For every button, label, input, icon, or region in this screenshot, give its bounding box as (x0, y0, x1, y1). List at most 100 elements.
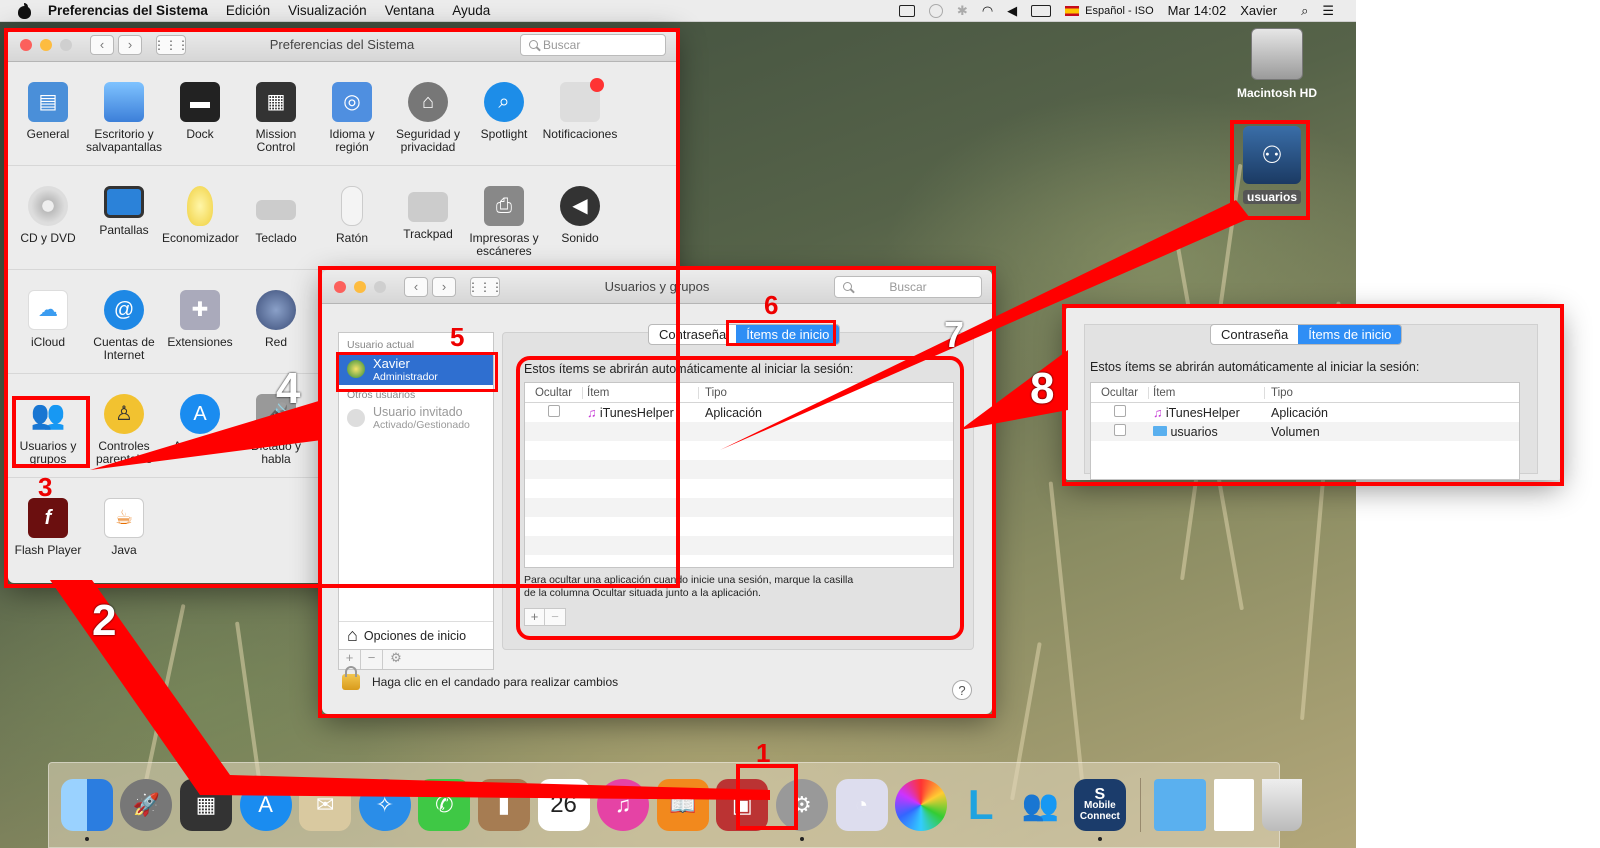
forward-button[interactable]: › (432, 276, 456, 297)
photos-icon[interactable] (895, 779, 948, 831)
help-button[interactable]: ? (952, 680, 972, 700)
pref-sonido[interactable]: ◀ Sonido (542, 186, 618, 245)
remove-user-button[interactable]: − (361, 650, 383, 669)
zoom-tab-contrasena[interactable]: Contraseña (1211, 325, 1298, 344)
menu-ventana[interactable]: Ventana (385, 3, 435, 18)
hide-checkbox[interactable] (1114, 405, 1126, 417)
table-row[interactable]: ♫ iTunesHelper Aplicación (525, 403, 953, 422)
add-item-button[interactable]: + (525, 609, 545, 625)
pref-raton[interactable]: Ratón (314, 186, 390, 245)
photo-booth-icon[interactable]: ▣ (716, 779, 769, 831)
zoom-icon[interactable] (60, 38, 72, 51)
gear-icon[interactable]: ⚙ (383, 650, 409, 669)
prefs-search-input[interactable]: Buscar (520, 34, 666, 56)
pref-controles-parentales[interactable]: ♙ Controles parentales (86, 394, 162, 466)
pref-red[interactable]: Red (238, 290, 314, 349)
keynote-icon[interactable]: ◔ (835, 779, 888, 831)
pref-mission-control[interactable]: ▦ Mission Control (238, 82, 314, 154)
back-button[interactable]: ‹ (404, 276, 428, 297)
pref-general[interactable]: ▤ General (10, 82, 86, 141)
pref-economizador[interactable]: Economizador (162, 186, 239, 245)
mobile-connect-icon[interactable]: S Mobile Connect (1073, 779, 1126, 841)
mission-control-dock-icon[interactable]: ▦ (179, 779, 232, 831)
zoom-icon[interactable] (374, 280, 386, 293)
close-icon[interactable] (334, 280, 346, 293)
contacts-icon[interactable]: ▮ (477, 779, 530, 831)
pref-escritorio[interactable]: Escritorio y salvapantallas (86, 82, 162, 154)
clock[interactable]: Mar 14:02 (1168, 3, 1227, 18)
bluetooth-icon[interactable]: ✱ (957, 3, 968, 19)
pref-usuarios-grupos[interactable]: 👥 Usuarios y grupos (10, 394, 86, 466)
remove-item-button[interactable]: − (545, 609, 565, 625)
pref-impresoras[interactable]: ⎙ Impresoras y escáneres (466, 186, 542, 258)
lync-icon[interactable]: L (955, 779, 1007, 831)
user-name[interactable]: Xavier (1240, 3, 1277, 18)
pref-pantallas[interactable]: Pantallas (86, 186, 162, 237)
battery-icon[interactable] (1031, 4, 1052, 17)
folder-dock-icon[interactable] (1154, 779, 1207, 831)
spotlight-icon[interactable]: ⌕ (1301, 3, 1308, 19)
finder-icon[interactable] (60, 779, 113, 841)
minimize-icon[interactable] (354, 280, 366, 293)
apple-menu-icon[interactable] (16, 2, 34, 19)
menu-app-name[interactable]: Preferencias del Sistema (48, 3, 208, 18)
itunes-dock-icon[interactable]: ♫ (597, 779, 650, 831)
tab-contrasena[interactable]: Contraseña (649, 325, 736, 344)
menu-visualizacion[interactable]: Visualización (288, 3, 367, 18)
tab-items-inicio[interactable]: Ítems de inicio (736, 325, 840, 344)
pref-dock[interactable]: ▬ Dock (162, 82, 238, 141)
hide-checkbox[interactable] (548, 405, 560, 417)
user-guest[interactable]: Usuario invitado Activado/Gestionado (339, 403, 493, 433)
pref-icloud[interactable]: ☁ iCloud (10, 290, 86, 349)
show-all-button[interactable]: ⋮⋮⋮ (153, 34, 189, 55)
pref-flash-player[interactable]: f Flash Player (10, 498, 86, 557)
app-store-dock-icon[interactable]: A (239, 779, 292, 831)
time-machine-icon[interactable] (928, 3, 943, 18)
users-search-input[interactable]: Buscar (834, 276, 982, 298)
trash-icon[interactable] (1261, 779, 1302, 831)
pref-idioma[interactable]: ◎ Idioma y región (314, 82, 390, 154)
macintosh-hd[interactable]: Macintosh HD (1232, 28, 1322, 100)
login-options[interactable]: ⌂ Opciones de inicio (339, 621, 493, 649)
zoom-tab-items-inicio[interactable]: Ítems de inicio (1298, 325, 1402, 344)
close-icon[interactable] (20, 38, 32, 51)
pref-app-store[interactable]: A App Store (162, 394, 238, 453)
table-row[interactable]: ♫ iTunesHelper Aplicación (1091, 403, 1519, 422)
notification-center-icon[interactable]: ☰ (1322, 3, 1334, 19)
menu-ayuda[interactable]: Ayuda (452, 3, 490, 18)
wifi-icon[interactable]: ◠ (982, 3, 993, 19)
pref-notificaciones[interactable]: Notificaciones (542, 78, 618, 141)
user-xavier[interactable]: Xavier Administrador (339, 353, 493, 385)
pref-java[interactable]: ☕ Java (86, 498, 162, 557)
ibooks-icon[interactable]: 📖 (656, 779, 709, 831)
display-icon[interactable] (898, 4, 915, 17)
pref-extensiones[interactable]: ✚ Extensiones (162, 290, 238, 349)
facetime-icon[interactable]: ✆ (418, 779, 471, 831)
pref-cuentas-internet[interactable]: @ Cuentas de Internet (86, 290, 162, 362)
hide-checkbox[interactable] (1114, 424, 1126, 436)
back-button[interactable]: ‹ (90, 34, 114, 55)
volume-icon[interactable]: ◀ (1007, 3, 1017, 19)
usuarios-volume[interactable]: ⚇ usuarios (1238, 126, 1306, 204)
menu-edicion[interactable]: Edición (226, 3, 270, 18)
preview-icon[interactable]: ✉ (299, 779, 352, 831)
prefs-row-2: CD y DVD Pantallas Economizador Teclado … (8, 166, 676, 270)
document-icon[interactable] (1214, 779, 1255, 831)
launchpad-icon[interactable]: 🚀 (120, 779, 173, 831)
lock-icon[interactable] (342, 666, 360, 690)
pref-seguridad[interactable]: ⌂ Seguridad y privacidad (390, 82, 466, 154)
pref-spotlight[interactable]: ⌕ Spotlight (466, 82, 542, 141)
input-source[interactable]: Español - ISO (1085, 5, 1153, 17)
pref-teclado[interactable]: Teclado (238, 186, 314, 245)
pref-cd-dvd[interactable]: CD y DVD (10, 186, 86, 245)
table-row[interactable]: usuarios Volumen (1091, 422, 1519, 441)
system-preferences-dock-icon[interactable]: ⚙ (775, 779, 828, 841)
show-all-button[interactable]: ⋮⋮⋮ (467, 276, 503, 297)
pref-trackpad[interactable]: Trackpad (390, 186, 466, 241)
messenger-icon[interactable]: 👥 (1014, 779, 1066, 831)
flag-icon[interactable] (1065, 5, 1080, 16)
safari-icon[interactable]: ✧ (358, 779, 411, 831)
forward-button[interactable]: › (118, 34, 142, 55)
calendar-icon[interactable]: 26 (537, 779, 590, 831)
minimize-icon[interactable] (40, 38, 52, 51)
